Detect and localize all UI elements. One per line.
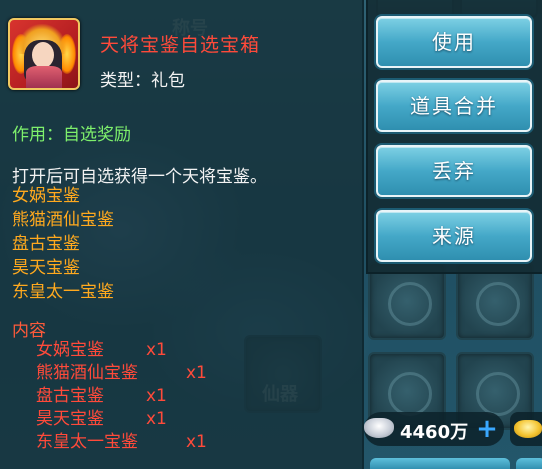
silver-currency: 4460万 + bbox=[364, 412, 504, 446]
gold-ingot-icon bbox=[514, 420, 542, 438]
item-title: 天将宝鉴自选宝箱 bbox=[100, 34, 261, 56]
contents-list: 女娲宝鉴 x1 熊猫酒仙宝鉴 x1 盘古宝鉴 x1 昊天宝鉴 x1 东皇太一宝鉴… bbox=[36, 339, 336, 454]
item-type: 类型：礼包 bbox=[100, 71, 185, 91]
contents-item: 东皇太一宝鉴 x1 bbox=[36, 431, 336, 454]
contents-item-qty: x1 bbox=[146, 409, 167, 429]
contents-item-name: 昊天宝鉴 bbox=[36, 409, 104, 429]
item-tooltip: 天将宝鉴自选宝箱 类型：礼包 作用：自选奖励 打开后可自选获得一个天将宝鉴。 女… bbox=[0, 0, 364, 469]
silver-amount: 4460万 bbox=[400, 422, 469, 443]
contents-item: 熊猫酒仙宝鉴 x1 bbox=[36, 362, 336, 385]
contents-item-name: 盘古宝鉴 bbox=[36, 386, 104, 406]
source-button[interactable]: 来源 bbox=[376, 210, 532, 262]
contents-item: 女娲宝鉴 x1 bbox=[36, 339, 336, 362]
item-action-panel: 使用 道具合并 丢弃 来源 bbox=[366, 0, 542, 274]
contents-item-name: 东皇太一宝鉴 bbox=[36, 432, 138, 452]
empty-slot-icon bbox=[476, 372, 520, 416]
choice-item: 女娲宝鉴 bbox=[12, 186, 80, 206]
contents-item: 昊天宝鉴 x1 bbox=[36, 408, 336, 431]
choice-list: 女娲宝鉴 熊猫酒仙宝鉴 盘古宝鉴 昊天宝鉴 东皇太一宝鉴 bbox=[12, 184, 114, 304]
bottom-button[interactable] bbox=[516, 458, 542, 469]
contents-header: 内容 bbox=[12, 321, 46, 341]
add-silver-icon[interactable]: + bbox=[476, 416, 498, 442]
use-button[interactable]: 使用 bbox=[376, 16, 532, 68]
merge-button[interactable]: 道具合并 bbox=[376, 80, 532, 132]
contents-item-qty: x1 bbox=[186, 432, 207, 452]
choice-item: 熊猫酒仙宝鉴 bbox=[12, 210, 114, 230]
empty-slot-icon bbox=[388, 372, 432, 416]
contents-item: 盘古宝鉴 x1 bbox=[36, 385, 336, 408]
body-shape bbox=[26, 66, 62, 88]
contents-item-qty: x1 bbox=[146, 340, 167, 360]
contents-item-qty: x1 bbox=[146, 386, 167, 406]
choice-item: 昊天宝鉴 bbox=[12, 258, 80, 278]
discard-button[interactable]: 丢弃 bbox=[376, 145, 532, 197]
treasure-box-icon bbox=[8, 18, 80, 90]
contents-item-name: 女娲宝鉴 bbox=[36, 340, 104, 360]
choice-item: 盘古宝鉴 bbox=[12, 234, 80, 254]
empty-slot-icon bbox=[388, 282, 432, 326]
choice-item: 东皇太一宝鉴 bbox=[12, 282, 114, 302]
contents-item-qty: x1 bbox=[186, 363, 207, 383]
face-shape bbox=[32, 42, 54, 68]
contents-item-name: 熊猫酒仙宝鉴 bbox=[36, 363, 138, 383]
gold-currency bbox=[510, 412, 542, 446]
item-effect: 作用：自选奖励 bbox=[12, 125, 131, 145]
empty-slot-icon bbox=[476, 282, 520, 326]
bottom-button[interactable] bbox=[370, 458, 510, 469]
silver-ingot-icon bbox=[364, 418, 394, 438]
